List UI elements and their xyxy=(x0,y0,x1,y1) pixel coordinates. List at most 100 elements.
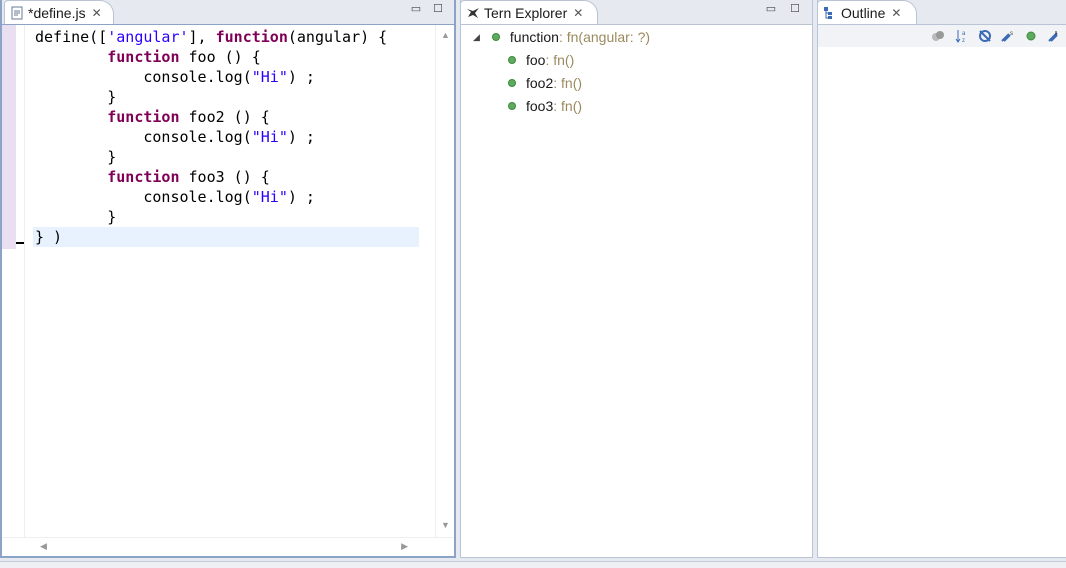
tern-explorer-pane: Tern Explorer ✕ ▭ ☐ ◢ function : fn(angu… xyxy=(460,0,813,558)
code-token: } xyxy=(35,88,117,106)
tree-node-foo2[interactable]: foo2 : fn() xyxy=(508,73,582,93)
outline-pane: Outline ✕ az s xyxy=(817,0,1066,558)
keyword-token: function xyxy=(107,168,180,186)
minimize-icon[interactable]: ▭ xyxy=(765,3,777,15)
tree-node-foo[interactable]: foo : fn() xyxy=(508,50,574,70)
tern-tree: ◢ function : fn(angular: ?) foo : fn() f… xyxy=(461,24,812,557)
sort-az-icon[interactable]: az xyxy=(955,29,969,44)
maximize-icon[interactable]: ☐ xyxy=(432,3,444,15)
code-token: } xyxy=(35,208,117,226)
tree-node-foo3[interactable]: foo3 : fn() xyxy=(508,96,582,116)
code-token: foo3 () { xyxy=(179,168,270,186)
string-token: 'angular' xyxy=(107,28,189,46)
close-icon[interactable]: ✕ xyxy=(891,6,901,20)
code-line[interactable]: } xyxy=(35,147,418,167)
close-icon[interactable]: ✕ xyxy=(92,6,102,20)
editor-pane: *define.js ✕ ▭ ☐ define(['angular'], fun… xyxy=(0,0,456,558)
code-token: ], xyxy=(188,28,216,46)
minimize-icon[interactable]: ▭ xyxy=(410,3,422,15)
keyword-token: function xyxy=(107,108,180,126)
node-type: : fn() xyxy=(553,75,583,91)
code-line[interactable]: function foo () { xyxy=(35,47,418,67)
tab-tern-explorer[interactable]: Tern Explorer ✕ xyxy=(460,0,598,24)
editor-gutter xyxy=(2,25,16,249)
maximize-icon[interactable]: ☐ xyxy=(789,3,801,15)
svg-text:a: a xyxy=(962,31,966,37)
code-line[interactable]: console.log("Hi") ; xyxy=(35,67,418,87)
code-token: ) ; xyxy=(287,68,315,86)
scroll-down-icon[interactable]: ▼ xyxy=(441,520,450,530)
code-line[interactable]: function foo3 () { xyxy=(35,167,418,187)
code-line[interactable]: } xyxy=(35,207,418,227)
hide-nonpublic-icon[interactable]: s xyxy=(1001,29,1015,43)
gutter-divider xyxy=(24,25,25,538)
code-token: } xyxy=(35,148,117,166)
close-icon[interactable]: ✕ xyxy=(573,6,583,20)
outline-toolbar: az s xyxy=(818,25,1066,47)
tab-label: Tern Explorer xyxy=(484,4,568,21)
code-token: console.log( xyxy=(35,68,252,86)
tab-outline[interactable]: Outline ✕ xyxy=(817,0,917,24)
js-file-icon xyxy=(10,6,24,20)
tab-define-js[interactable]: *define.js ✕ xyxy=(4,0,114,24)
hide-fields-icon[interactable] xyxy=(931,29,945,43)
tab-label: Outline xyxy=(841,4,886,21)
scroll-up-icon[interactable]: ▲ xyxy=(441,30,450,40)
tree-node-function[interactable]: ◢ function : fn(angular: ?) xyxy=(473,27,650,47)
string-token: "Hi" xyxy=(251,68,288,86)
node-type: : fn() xyxy=(545,52,575,68)
svg-text:z: z xyxy=(962,38,965,43)
code-line[interactable]: function foo2 () { xyxy=(35,107,418,127)
code-token: console.log( xyxy=(35,188,252,206)
code-token: foo () { xyxy=(179,48,261,66)
code-token: } ) xyxy=(35,228,63,246)
tern-tabbar: Tern Explorer ✕ ▭ ☐ xyxy=(460,0,812,24)
code-line[interactable]: } xyxy=(35,87,418,107)
tab-label: *define.js xyxy=(28,4,86,21)
hide-static-icon[interactable] xyxy=(978,29,992,43)
node-name: foo3 xyxy=(526,98,554,114)
function-node-icon xyxy=(508,79,516,87)
cursor-marker xyxy=(16,242,24,244)
keyword-token: function xyxy=(215,28,288,46)
outline-icon xyxy=(823,6,837,20)
code-token: (angular) { xyxy=(287,28,388,46)
node-name: function xyxy=(509,29,559,45)
tern-icon xyxy=(466,6,480,20)
outline-tabbar: Outline ✕ xyxy=(817,0,1066,24)
code-text[interactable]: define(['angular'], function(angular) { … xyxy=(33,27,419,247)
code-token: define([ xyxy=(35,28,108,46)
code-token: ) ; xyxy=(287,128,315,146)
code-editor[interactable]: define(['angular'], function(angular) { … xyxy=(2,24,454,556)
link-icon[interactable] xyxy=(1047,29,1061,43)
function-node-icon xyxy=(508,56,516,64)
node-type: : fn(angular: ?) xyxy=(558,29,651,45)
node-type: : fn() xyxy=(553,98,583,114)
function-node-icon xyxy=(508,102,516,110)
function-node-icon xyxy=(491,33,500,41)
code-token: console.log( xyxy=(35,128,252,146)
collapse-arrow-icon[interactable]: ◢ xyxy=(473,32,480,43)
keyword-token: function xyxy=(107,48,180,66)
scroll-left-icon[interactable]: ◀ xyxy=(40,541,47,552)
hide-local-icon[interactable] xyxy=(1024,29,1038,43)
string-token: "Hi" xyxy=(251,188,288,206)
svg-text:s: s xyxy=(1010,31,1013,37)
string-token: "Hi" xyxy=(251,128,288,146)
node-name: foo2 xyxy=(526,75,554,91)
code-token: foo2 () { xyxy=(179,108,270,126)
vertical-scrollbar[interactable]: ▲ ▼ xyxy=(435,25,454,538)
node-name: foo xyxy=(526,52,546,68)
outline-content: az s xyxy=(818,24,1066,557)
horizontal-scrollbar[interactable]: ◀ ▶ xyxy=(2,537,454,556)
code-line[interactable]: console.log("Hi") ; xyxy=(35,127,418,147)
code-token: ) ; xyxy=(287,188,315,206)
scroll-right-icon[interactable]: ▶ xyxy=(401,541,408,552)
code-line[interactable]: console.log("Hi") ; xyxy=(35,187,418,207)
code-line[interactable]: define(['angular'], function(angular) { xyxy=(35,27,418,47)
code-line[interactable]: } ) xyxy=(33,227,419,247)
editor-tabbar: *define.js ✕ ▭ ☐ xyxy=(2,0,454,24)
